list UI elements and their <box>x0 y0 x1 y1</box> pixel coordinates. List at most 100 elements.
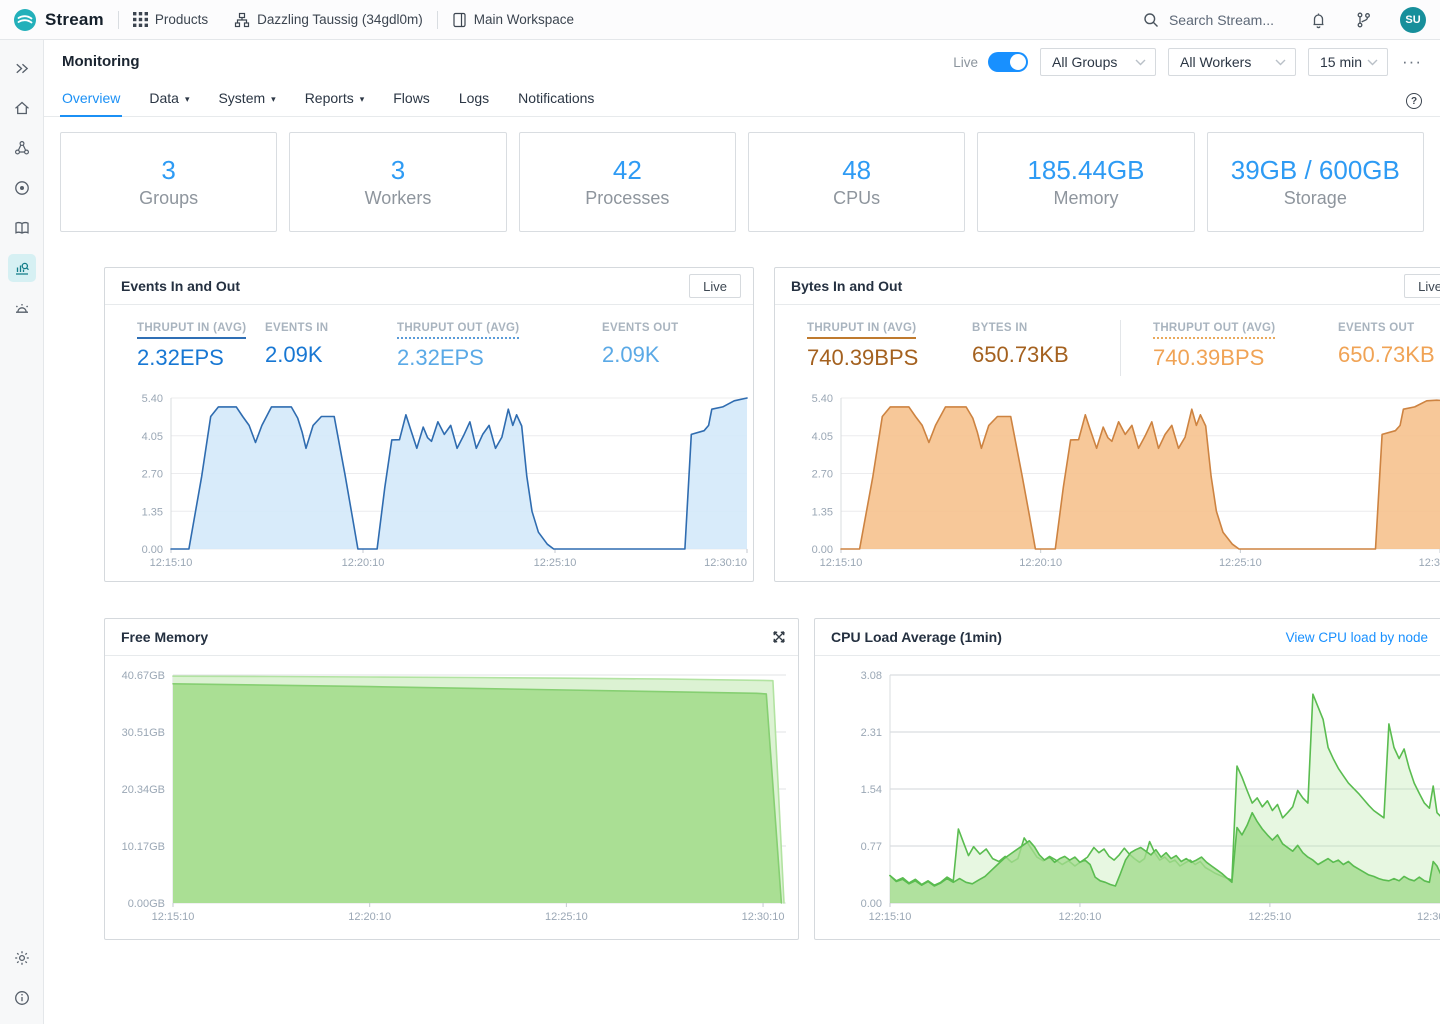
svg-text:12:25:10: 12:25:10 <box>1219 557 1262 569</box>
sidebar-item-home[interactable] <box>8 94 36 122</box>
app-root: Stream Products Dazzling Taussig (34gdl0… <box>0 0 1440 1024</box>
stat-events-out: EVENTS OUT 650.73KB <box>1338 318 1435 368</box>
user-avatar[interactable]: SU <box>1400 7 1426 33</box>
chevron-down-icon <box>1135 59 1146 66</box>
notifications-bell-button[interactable] <box>1310 11 1327 29</box>
divider <box>118 11 119 29</box>
stat-card-cpus[interactable]: 48CPUs <box>748 132 965 232</box>
tab-label: Flows <box>393 90 430 106</box>
stat-value: 2.32EPS <box>397 345 602 371</box>
stat-card-workers[interactable]: 3Workers <box>289 132 506 232</box>
stat-value: 2.32EPS <box>137 345 265 371</box>
events-chart[interactable]: 0.001.352.704.055.4012:15:1012:20:1012:2… <box>105 382 753 577</box>
svg-text:2.70: 2.70 <box>812 469 833 481</box>
svg-text:12:30:10: 12:30:10 <box>704 557 747 569</box>
events-live-button[interactable]: Live <box>689 274 741 298</box>
tab-data[interactable]: Data▾ <box>147 90 191 116</box>
sidebar-expand-button[interactable] <box>8 54 36 82</box>
svg-text:12:25:10: 12:25:10 <box>534 557 577 569</box>
stat-card-groups[interactable]: 3Groups <box>60 132 277 232</box>
stat-value: 650.73KB <box>972 342 1120 368</box>
svg-text:0.00: 0.00 <box>142 544 163 556</box>
panel-header: Bytes In and Out Live <box>775 268 1440 305</box>
bytes-stats-row: THRUPUT IN (AVG) 740.39BPS BYTES IN 650.… <box>775 305 1440 381</box>
bytes-live-button[interactable]: Live <box>1404 274 1440 298</box>
expand-icon[interactable] <box>772 630 786 644</box>
cpu-load-chart[interactable]: 0.000.771.542.313.0812:15:1012:20:1012:2… <box>815 659 1440 933</box>
search-placeholder: Search Stream... <box>1169 12 1274 28</box>
tab-flows[interactable]: Flows <box>391 90 432 116</box>
view-cpu-load-link[interactable]: View CPU load by node <box>1286 630 1428 645</box>
stat-value: 740.39BPS <box>807 345 972 371</box>
info-icon <box>13 989 31 1007</box>
sidebar-item-worker-groups[interactable] <box>8 214 36 242</box>
sidebar-item-info[interactable] <box>8 984 36 1012</box>
caret-down-icon: ▾ <box>271 94 276 105</box>
workers-filter-value: All Workers <box>1180 54 1251 70</box>
map-book-icon <box>13 219 31 237</box>
tab-notifications[interactable]: Notifications <box>516 90 596 116</box>
page-title: Monitoring <box>62 53 139 70</box>
stat-label: CPUs <box>833 188 880 209</box>
time-range-select[interactable]: 15 min <box>1308 48 1388 76</box>
tab-label: Data <box>149 90 179 106</box>
monitoring-chart-icon <box>13 259 31 277</box>
main-content: Monitoring Live All Groups All Workers 1… <box>44 40 1440 1024</box>
sidebar-item-alerts[interactable] <box>8 294 36 322</box>
stat-label: THRUPUT IN (AVG) <box>807 322 916 334</box>
global-search[interactable]: Search Stream... <box>1143 12 1274 28</box>
svg-text:5.40: 5.40 <box>812 393 833 405</box>
stat-value: 2.09K <box>602 342 678 368</box>
fleet-nodes-icon <box>13 139 31 157</box>
brand-name: Stream <box>45 10 104 30</box>
stat-thruput-out: THRUPUT OUT (AVG) 740.39BPS <box>1153 318 1338 371</box>
svg-text:0.77: 0.77 <box>861 841 882 853</box>
stat-card-storage[interactable]: 39GB / 600GBStorage <box>1207 132 1424 232</box>
help-icon[interactable]: ? <box>1406 93 1422 109</box>
svg-text:3.08: 3.08 <box>861 670 882 682</box>
svg-text:4.05: 4.05 <box>142 431 163 443</box>
svg-text:2.70: 2.70 <box>142 469 163 481</box>
stat-label: Storage <box>1284 188 1347 209</box>
stat-card-memory[interactable]: 185.44GBMemory <box>977 132 1194 232</box>
stream-logo-icon[interactable] <box>14 9 36 31</box>
more-options-button[interactable]: ··· <box>1400 52 1424 72</box>
live-toggle[interactable] <box>988 52 1028 72</box>
groups-filter-select[interactable]: All Groups <box>1040 48 1156 76</box>
sidebar-item-fleets[interactable] <box>8 134 36 162</box>
tab-logs[interactable]: Logs <box>457 90 491 116</box>
top-bar: Stream Products Dazzling Taussig (34gdl0… <box>0 0 1440 40</box>
workers-filter-select[interactable]: All Workers <box>1168 48 1296 76</box>
tab-system[interactable]: System ▾ <box>216 90 277 116</box>
svg-text:12:15:10: 12:15:10 <box>152 911 195 923</box>
tab-reports[interactable]: Reports▾ <box>303 90 367 116</box>
stat-card-processes[interactable]: 42Processes <box>519 132 736 232</box>
panel-title: Events In and Out <box>121 278 240 294</box>
svg-text:12:20:10: 12:20:10 <box>342 557 385 569</box>
panel-header: Events In and Out Live <box>105 268 753 305</box>
svg-text:12:15:10: 12:15:10 <box>820 557 863 569</box>
svg-text:12:15:10: 12:15:10 <box>150 557 193 569</box>
sidebar-item-settings[interactable] <box>8 944 36 972</box>
stat-label: Memory <box>1053 188 1118 209</box>
tab-label: System <box>218 90 265 106</box>
sidebar-item-monitoring[interactable] <box>8 254 36 282</box>
sidebar-item-data[interactable] <box>8 174 36 202</box>
bytes-chart[interactable]: 0.001.352.704.055.4012:15:1012:20:1012:2… <box>775 382 1440 577</box>
svg-text:1.35: 1.35 <box>142 506 163 518</box>
free-memory-chart[interactable]: 0.00GB10.17GB20.34GB30.51GB40.67GB12:15:… <box>105 659 798 933</box>
svg-text:20.34GB: 20.34GB <box>122 784 165 796</box>
tab-overview[interactable]: Overview <box>60 90 122 116</box>
tenant-switcher[interactable]: Dazzling Taussig (34gdl0m) <box>234 12 423 28</box>
svg-text:12:30:10: 12:30:10 <box>1419 557 1440 569</box>
stat-label: Processes <box>585 188 669 209</box>
caret-down-icon: ▾ <box>360 94 365 105</box>
chevron-down-icon <box>1367 59 1378 66</box>
workspace-switcher[interactable]: Main Workspace <box>452 12 574 28</box>
git-branch-button[interactable] <box>1355 11 1372 29</box>
stat-thruput-in: THRUPUT IN (AVG) 2.32EPS <box>137 318 265 371</box>
stat-value: 42 <box>613 155 642 186</box>
stat-label: THRUPUT OUT (AVG) <box>397 322 519 334</box>
workspace-icon <box>452 12 467 28</box>
products-menu[interactable]: Products <box>133 12 208 27</box>
